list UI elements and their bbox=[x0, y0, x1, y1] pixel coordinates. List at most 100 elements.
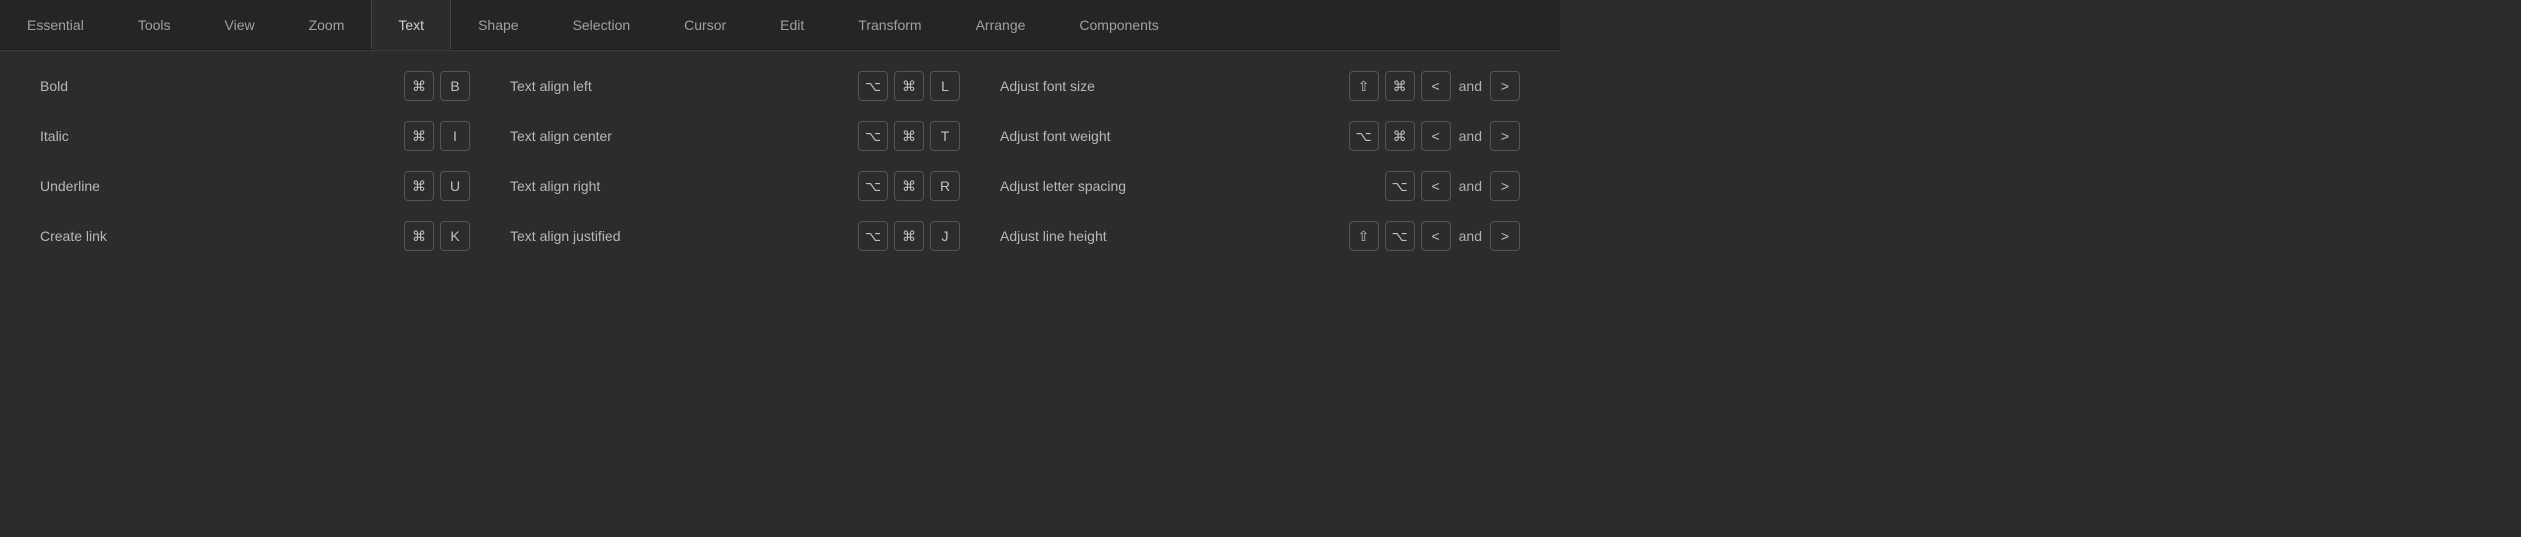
key: T bbox=[930, 121, 960, 151]
key: ⇧ bbox=[1349, 71, 1379, 101]
shortcut-row: Text align left ⌥ ⌘ L bbox=[510, 69, 960, 103]
tabs-bar: Essential Tools View Zoom Text Shape Sel… bbox=[0, 0, 1560, 51]
separator: and bbox=[1457, 128, 1484, 144]
shortcut-row: Bold ⌘ B bbox=[40, 69, 470, 103]
key: < bbox=[1421, 121, 1451, 151]
shortcut-keys: ⌥ ⌘ L bbox=[858, 71, 960, 101]
key: I bbox=[440, 121, 470, 151]
shortcut-keys: ⌥ ⌘ T bbox=[858, 121, 960, 151]
shortcut-keys: ⌥ ⌘ R bbox=[858, 171, 960, 201]
tab-selection[interactable]: Selection bbox=[546, 0, 658, 49]
tab-zoom[interactable]: Zoom bbox=[282, 0, 372, 49]
tab-components[interactable]: Components bbox=[1052, 0, 1185, 49]
key: ⌘ bbox=[894, 71, 924, 101]
key: > bbox=[1490, 221, 1520, 251]
key: < bbox=[1421, 221, 1451, 251]
shortcut-keys: ⌘ B bbox=[404, 71, 470, 101]
shortcut-row: Underline ⌘ U bbox=[40, 169, 470, 203]
key: R bbox=[930, 171, 960, 201]
shortcut-row: Italic ⌘ I bbox=[40, 119, 470, 153]
tab-label: Tools bbox=[138, 17, 171, 33]
tab-tools[interactable]: Tools bbox=[111, 0, 198, 49]
key: ⌘ bbox=[1385, 121, 1415, 151]
key: ⌘ bbox=[894, 171, 924, 201]
tabs: Essential Tools View Zoom Text Shape Sel… bbox=[0, 0, 1560, 50]
key: ⌘ bbox=[894, 221, 924, 251]
key: J bbox=[930, 221, 960, 251]
shortcut-row: Adjust font size ⇧ ⌘ < and > bbox=[1000, 69, 1520, 103]
tab-label: Arrange bbox=[976, 17, 1026, 33]
key: < bbox=[1421, 171, 1451, 201]
key: > bbox=[1490, 71, 1520, 101]
shortcut-keys: ⌘ U bbox=[404, 171, 470, 201]
tab-label: Shape bbox=[478, 17, 518, 33]
shortcut-keys: ⌘ K bbox=[404, 221, 470, 251]
tab-text[interactable]: Text bbox=[371, 0, 451, 49]
shortcut-keys: ⇧ ⌥ < and > bbox=[1349, 221, 1521, 251]
tab-cursor[interactable]: Cursor bbox=[657, 0, 753, 49]
tab-transform[interactable]: Transform bbox=[831, 0, 948, 49]
key: L bbox=[930, 71, 960, 101]
shortcut-row: Adjust letter spacing ⌥ < and > bbox=[1000, 169, 1520, 203]
key: U bbox=[440, 171, 470, 201]
shortcut-keys: ⌘ I bbox=[404, 121, 470, 151]
separator: and bbox=[1457, 178, 1484, 194]
shortcut-keys: ⌥ < and > bbox=[1385, 171, 1521, 201]
shortcut-column: Bold ⌘ B Italic ⌘ I Underline ⌘ U Create… bbox=[40, 69, 470, 253]
tab-arrange[interactable]: Arrange bbox=[949, 0, 1053, 49]
shortcut-label: Underline bbox=[40, 178, 100, 194]
tab-label: Components bbox=[1079, 17, 1158, 33]
key: ⌥ bbox=[858, 71, 888, 101]
tab-label: Zoom bbox=[309, 17, 345, 33]
shortcut-keys: ⌥ ⌘ J bbox=[858, 221, 960, 251]
shortcut-label: Text align right bbox=[510, 178, 600, 194]
tab-shape[interactable]: Shape bbox=[451, 0, 545, 49]
tab-label: Transform bbox=[858, 17, 921, 33]
shortcut-row: Create link ⌘ K bbox=[40, 219, 470, 253]
shortcut-label: Text align justified bbox=[510, 228, 621, 244]
shortcut-label: Italic bbox=[40, 128, 69, 144]
tab-label: Selection bbox=[573, 17, 631, 33]
shortcut-label: Create link bbox=[40, 228, 107, 244]
key: > bbox=[1490, 121, 1520, 151]
tab-label: Text bbox=[398, 17, 424, 33]
shortcut-column: Text align left ⌥ ⌘ L Text align center … bbox=[510, 69, 960, 253]
shortcut-row: Text align center ⌥ ⌘ T bbox=[510, 119, 960, 153]
key: ⇧ bbox=[1349, 221, 1379, 251]
shortcut-row: Adjust font weight ⌥ ⌘ < and > bbox=[1000, 119, 1520, 153]
separator: and bbox=[1457, 78, 1484, 94]
shortcut-row: Text align justified ⌥ ⌘ J bbox=[510, 219, 960, 253]
shortcut-keys: ⌥ ⌘ < and > bbox=[1349, 121, 1521, 151]
key: ⌥ bbox=[858, 221, 888, 251]
shortcuts-panel: Bold ⌘ B Italic ⌘ I Underline ⌘ U Create… bbox=[0, 51, 1560, 271]
key: B bbox=[440, 71, 470, 101]
key: ⌥ bbox=[1349, 121, 1379, 151]
shortcut-label: Adjust font size bbox=[1000, 78, 1095, 94]
tab-label: View bbox=[225, 17, 255, 33]
key: < bbox=[1421, 71, 1451, 101]
tab-label: Cursor bbox=[684, 17, 726, 33]
shortcut-label: Text align center bbox=[510, 128, 612, 144]
tab-essential[interactable]: Essential bbox=[0, 0, 111, 49]
shortcut-label: Adjust font weight bbox=[1000, 128, 1111, 144]
key: K bbox=[440, 221, 470, 251]
shortcut-column: Adjust font size ⇧ ⌘ < and > Adjust font… bbox=[1000, 69, 1520, 253]
key: ⌥ bbox=[1385, 221, 1415, 251]
shortcut-label: Adjust letter spacing bbox=[1000, 178, 1126, 194]
shortcut-row: Text align right ⌥ ⌘ R bbox=[510, 169, 960, 203]
key: ⌘ bbox=[404, 121, 434, 151]
key: ⌘ bbox=[404, 171, 434, 201]
shortcut-label: Text align left bbox=[510, 78, 592, 94]
key: ⌘ bbox=[404, 71, 434, 101]
tab-view[interactable]: View bbox=[198, 0, 282, 49]
shortcut-keys: ⇧ ⌘ < and > bbox=[1349, 71, 1520, 101]
shortcut-label: Bold bbox=[40, 78, 68, 94]
tab-label: Edit bbox=[780, 17, 804, 33]
key: ⌥ bbox=[858, 121, 888, 151]
key: ⌥ bbox=[1385, 171, 1415, 201]
key: ⌘ bbox=[1385, 71, 1415, 101]
shortcut-row: Adjust line height ⇧ ⌥ < and > bbox=[1000, 219, 1520, 253]
key: ⌘ bbox=[404, 221, 434, 251]
tab-edit[interactable]: Edit bbox=[753, 0, 831, 49]
key: ⌥ bbox=[858, 171, 888, 201]
